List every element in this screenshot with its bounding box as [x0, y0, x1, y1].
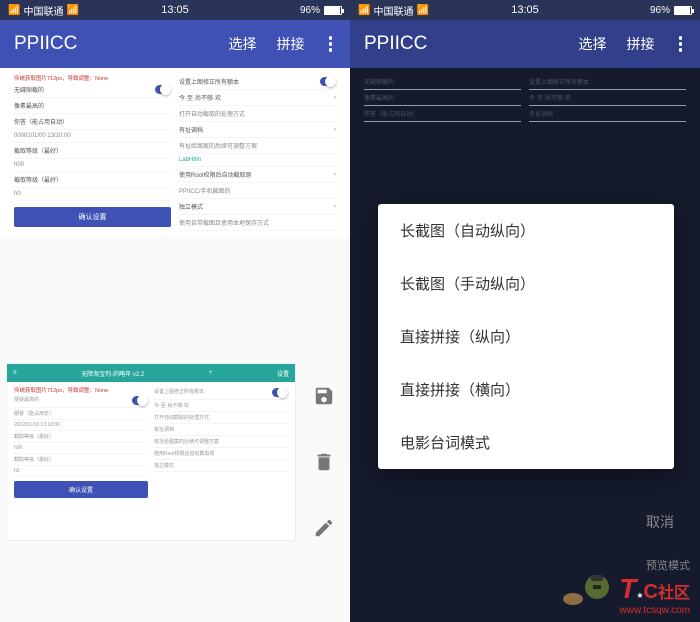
carrier-label: 中国联通: [23, 3, 63, 18]
concat-action[interactable]: 拼接: [277, 34, 305, 54]
inner-row: 打开自动截取的处理方式: [154, 414, 209, 421]
battery-icon: [324, 6, 342, 15]
watermark-mode: 预览模式: [619, 557, 690, 573]
inner-row: h0: [14, 468, 20, 474]
watermark-logo: T ★ C 社区: [619, 573, 690, 605]
menu-overflow-icon[interactable]: [325, 36, 337, 52]
wifi-icon: 📶: [416, 5, 428, 16]
setting-row: h0: [14, 191, 21, 197]
app-bar-left: PPIICC 选择 拼接: [0, 20, 350, 68]
setting-row[interactable]: 截取等级（最好）: [14, 175, 62, 184]
modal-option-direct-horizontal[interactable]: 直接拼接（横向）: [378, 363, 674, 416]
side-toolbar: [304, 363, 344, 541]
inner-add-icon[interactable]: +: [209, 370, 213, 376]
signal-icon: 📶: [358, 5, 370, 16]
modal-option-subtitle-mode[interactable]: 电影台词模式: [378, 416, 674, 469]
watermark-mascot-icon: [555, 563, 615, 616]
toggle-switch[interactable]: [132, 396, 148, 405]
setting-row[interactable]: 设置上图修正所有额本: [179, 77, 239, 86]
battery-pct: 96%: [650, 5, 670, 16]
setting-desc: 使用自带截图且使用本地保存方式: [179, 218, 269, 227]
status-bar-left: 📶 中国联通 📶 13:05 96%: [0, 0, 350, 20]
inner-row: 有址调档: [154, 426, 174, 433]
inner-row: 截取等级（最好）: [14, 456, 54, 463]
battery-pct: 96%: [300, 5, 320, 16]
inner-row: 便获最高的: [14, 396, 39, 405]
modal-option-manual-vertical[interactable]: 长截图（手动纵向）: [378, 257, 674, 310]
select-action: 选择: [579, 34, 607, 54]
save-icon[interactable]: [311, 383, 337, 409]
warning-text: 传统获取图片712px，导致调整：None: [14, 74, 171, 82]
modal-option-auto-vertical[interactable]: 长截图（自动纵向）: [378, 204, 674, 257]
setting-desc: 打开自动截取的处理方式: [179, 109, 245, 118]
setting-row[interactable]: 截取等级（最好）: [14, 146, 62, 155]
inner-app-header: ≡ 无障淘宝剂-的略年 v2.2 + 设置: [7, 364, 295, 382]
setting-row[interactable]: 使用Root校限后自动截取原: [179, 170, 252, 179]
inner-row: 期答（能占用年）: [14, 410, 54, 417]
confirm-button[interactable]: 确认设置: [14, 207, 171, 227]
delete-icon[interactable]: [311, 449, 337, 475]
toggle-switch[interactable]: [272, 388, 288, 397]
left-screen: 📶 中国联通 📶 13:05 96% PPIICC 选择 拼接 传统获取图片71…: [0, 0, 350, 622]
menu-overflow-icon: [675, 36, 687, 52]
inner-row: 独立模式: [154, 462, 174, 469]
setting-desc: PPIICC/手机截图的: [179, 186, 231, 195]
settings-panel: 传统获取图片712px，导致调整：None 无缝隙截的 像素最高的 你答（能占用…: [0, 68, 350, 237]
setting-row: 0000101/00 13/10:00: [14, 133, 71, 139]
setting-row[interactable]: 像素最高的: [14, 101, 44, 110]
inner-menu-icon[interactable]: ≡: [13, 370, 17, 376]
setting-row[interactable]: LabHtlin: [179, 157, 201, 163]
setting-row[interactable]: 今·至·尚不够·欢: [179, 93, 221, 102]
time-label: 13:05: [511, 4, 539, 16]
battery-icon: [674, 6, 692, 15]
setting-row[interactable]: 有址调档: [179, 125, 203, 134]
edit-icon[interactable]: [311, 515, 337, 541]
app-title: PPIICC: [364, 33, 579, 55]
time-label: 13:05: [161, 4, 189, 16]
inner-row: h00: [14, 445, 22, 451]
inner-settings[interactable]: 设置: [277, 369, 289, 378]
wifi-icon: 📶: [66, 5, 78, 16]
toggle-switch[interactable]: [320, 77, 336, 86]
setting-desc: 有址给图案的后续可调整方案: [179, 141, 257, 150]
setting-row[interactable]: 独立模式: [179, 202, 203, 211]
setting-row[interactable]: 你答（能占用自动）: [14, 117, 68, 126]
concat-action: 拼接: [627, 34, 655, 54]
inner-row: 截取等级（最好）: [14, 433, 54, 440]
concat-mode-modal: 长截图（自动纵向） 长截图（手动纵向） 直接拼接（纵向） 直接拼接（横向） 电影…: [378, 204, 674, 469]
inner-confirm-button[interactable]: 确认设置: [14, 481, 148, 498]
toggle-switch[interactable]: [155, 85, 171, 94]
select-action[interactable]: 选择: [229, 34, 257, 54]
modal-option-direct-vertical[interactable]: 直接拼接（纵向）: [378, 310, 674, 363]
inner-app-preview: ≡ 无障淘宝剂-的略年 v2.2 + 设置 传统获取图片712px，导致调整：N…: [6, 363, 296, 541]
watermark-url: www.tcsqw.com: [619, 605, 690, 616]
inner-warning: 传统获取图片712px，导致调整：None: [14, 386, 148, 394]
inner-title: 无障淘宝剂-的略年 v2.2: [81, 369, 144, 378]
cancel-button[interactable]: 取消: [354, 502, 696, 542]
app-title: PPIICC: [14, 33, 229, 55]
carrier-label: 中国联通: [373, 3, 413, 18]
inner-row: 设置上图修正所有额本: [154, 388, 204, 397]
watermark: 预览模式 T ★ C 社区 www.tcsqw.com: [555, 557, 690, 616]
inner-row: 有址给图案的后续可调整方案: [154, 438, 219, 445]
content-left: 传统获取图片712px，导致调整：None 无缝隙截的 像素最高的 你答（能占用…: [0, 68, 350, 622]
setting-row[interactable]: 无缝隙截的: [14, 85, 44, 94]
inner-row: 今·至·尚不够·欢: [154, 402, 189, 409]
setting-row: h00: [14, 162, 24, 168]
signal-icon: 📶: [8, 5, 20, 16]
bottom-section: ≡ 无障淘宝剂-的略年 v2.2 + 设置 传统获取图片712px，导致调整：N…: [0, 357, 350, 547]
inner-row: 2022/01/18 13:10:00: [14, 422, 60, 428]
app-bar-right: PPIICC 选择 拼接: [350, 20, 700, 68]
status-bar-right: 📶 中国联通 📶 13:05 96%: [350, 0, 700, 20]
inner-row: 使用Root校限后自动截取原: [154, 450, 215, 457]
